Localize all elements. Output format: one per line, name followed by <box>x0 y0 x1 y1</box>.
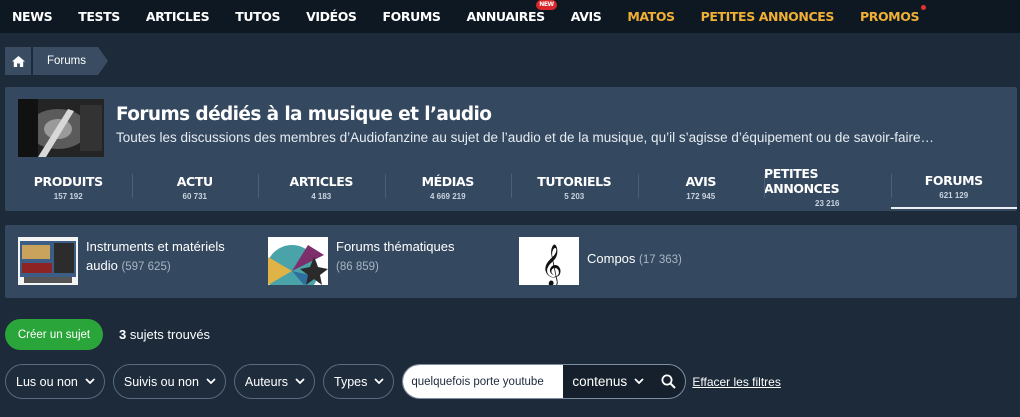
search-input[interactable]: quelquefois porte youtube <box>403 365 564 398</box>
category-name: Instruments et matériels <box>86 239 225 254</box>
authors-filter-dropdown[interactable]: Auteurs <box>233 364 316 399</box>
breadcrumb: Forums <box>5 47 108 75</box>
category-count: (86 859) <box>336 261 379 273</box>
section-tabs: PRODUITS 157 192 ACTU 60 731 ARTICLES 4 183… <box>5 165 1017 209</box>
tab-count: 4 183 <box>311 191 332 201</box>
tab-avis[interactable]: AVIS 172 945 <box>637 165 765 209</box>
tab-actu[interactable]: ACTU 60 731 <box>131 165 259 209</box>
results-count: 3 sujets trouvés <box>119 327 210 342</box>
nav-annuaires[interactable]: ANNUAIRES NEW <box>466 0 557 24</box>
top-navigation: NEWS TESTS ARTICLES TUTOS VIDÉOS FORUMS … <box>0 0 1020 33</box>
forum-categories: Instruments et matériels audio (597 625) … <box>5 225 1017 298</box>
nav-tutos[interactable]: TUTOS <box>235 9 280 24</box>
search-scope-label: contenus <box>572 374 628 389</box>
chevron-down-icon <box>374 378 385 385</box>
category-thematiques[interactable]: Forums thématiques (86 859) <box>268 237 455 285</box>
notification-dot <box>921 5 927 10</box>
tab-tutoriels[interactable]: TUTORIELS 5 203 <box>511 165 638 209</box>
search-group: quelquefois porte youtube contenus <box>402 364 687 399</box>
category-count: (597 625) <box>121 261 171 273</box>
category-thumbnail <box>18 237 78 285</box>
tab-label: ACTU <box>176 173 213 189</box>
nav-articles[interactable]: ARTICLES <box>146 9 210 24</box>
tab-forums[interactable]: FORUMS 621 129 <box>890 165 1017 209</box>
category-name: Compos <box>587 251 636 266</box>
tab-count: 4 669 219 <box>429 191 466 201</box>
page-title: Forums dédiés à la musique et l’audio <box>116 104 492 125</box>
category-name-cont: audio <box>86 258 118 273</box>
chevron-down-icon <box>634 378 644 385</box>
chevron-down-icon <box>295 378 305 385</box>
nav-videos[interactable]: VIDÉOS <box>306 9 357 24</box>
category-thumbnail: 𝄞 <box>519 237 579 285</box>
followed-filter-dropdown[interactable]: Suivis ou non <box>112 364 226 399</box>
tab-count: 172 945 <box>686 191 716 201</box>
create-topic-button[interactable]: Créer un sujet <box>5 319 103 350</box>
tab-count: 60 731 <box>182 191 207 201</box>
tab-medias[interactable]: MÉDIAS 4 669 219 <box>384 165 512 209</box>
tab-label: TUTORIELS <box>537 173 612 189</box>
nav-promos-label: PROMOS <box>859 9 920 24</box>
authors-filter-label: Auteurs <box>244 374 289 389</box>
nav-news[interactable]: NEWS <box>12 9 53 24</box>
tab-label: PETITES ANNONCES <box>764 166 840 196</box>
read-filter-dropdown[interactable]: Lus ou non <box>5 364 105 399</box>
tab-label: PRODUITS <box>33 173 103 189</box>
page-description: Toutes les discussions des membres d’Aud… <box>116 130 934 145</box>
tab-count: 23 216 <box>815 199 840 208</box>
chevron-down-icon <box>206 378 216 385</box>
clear-filters-link[interactable]: Effacer les filtres <box>692 375 780 389</box>
nav-annuaires-label: ANNUAIRES <box>466 9 546 24</box>
types-filter-dropdown[interactable]: Types <box>323 364 395 399</box>
results-label: sujets trouvés <box>126 327 211 342</box>
home-icon <box>11 55 25 67</box>
breadcrumb-home[interactable] <box>5 47 31 75</box>
chevron-down-icon <box>85 378 95 385</box>
category-name: Forums thématiques <box>336 239 455 254</box>
tab-petites-annonces[interactable]: PETITES ANNONCES 23 216 <box>764 165 891 209</box>
nav-avis[interactable]: AVIS <box>571 9 602 24</box>
breadcrumb-forums[interactable]: Forums <box>33 47 108 75</box>
category-compos[interactable]: 𝄞 Compos (17 363) <box>519 237 682 285</box>
nav-promos[interactable]: PROMOS <box>859 5 927 24</box>
nav-tests[interactable]: TESTS <box>78 9 120 24</box>
forum-header: Forums dédiés à la musique et l’audio To… <box>5 87 1017 211</box>
category-thumbnail <box>268 237 328 285</box>
nav-forums[interactable]: FORUMS <box>383 9 441 24</box>
category-count: (17 363) <box>639 254 682 266</box>
search-scope-select[interactable]: contenus <box>563 374 651 389</box>
tab-label: ARTICLES <box>289 173 354 189</box>
filter-bar: Lus ou non Suivis ou non Auteurs Types q… <box>5 364 781 399</box>
tab-label: AVIS <box>685 173 717 189</box>
new-badge: NEW <box>536 0 557 10</box>
header-image <box>18 99 104 157</box>
nav-matos[interactable]: MATOS <box>627 9 675 24</box>
read-filter-label: Lus ou non <box>16 374 78 389</box>
tab-articles[interactable]: ARTICLES 4 183 <box>258 165 385 209</box>
search-icon <box>661 374 676 389</box>
tab-count: 621 129 <box>939 190 969 200</box>
search-button[interactable] <box>651 374 685 389</box>
tab-produits[interactable]: PRODUITS 157 192 <box>5 165 132 209</box>
svg-text:𝄞: 𝄞 <box>541 244 562 285</box>
category-instruments[interactable]: Instruments et matériels audio (597 625) <box>18 237 225 285</box>
tab-count: 5 203 <box>564 191 585 201</box>
types-filter-label: Types <box>334 374 368 389</box>
followed-filter-label: Suivis ou non <box>123 374 199 389</box>
tab-count: 157 192 <box>53 191 83 201</box>
tab-label: FORUMS <box>924 172 983 188</box>
nav-petites-annonces[interactable]: PETITES ANNONCES <box>701 9 835 24</box>
tab-label: MÉDIAS <box>421 173 475 189</box>
